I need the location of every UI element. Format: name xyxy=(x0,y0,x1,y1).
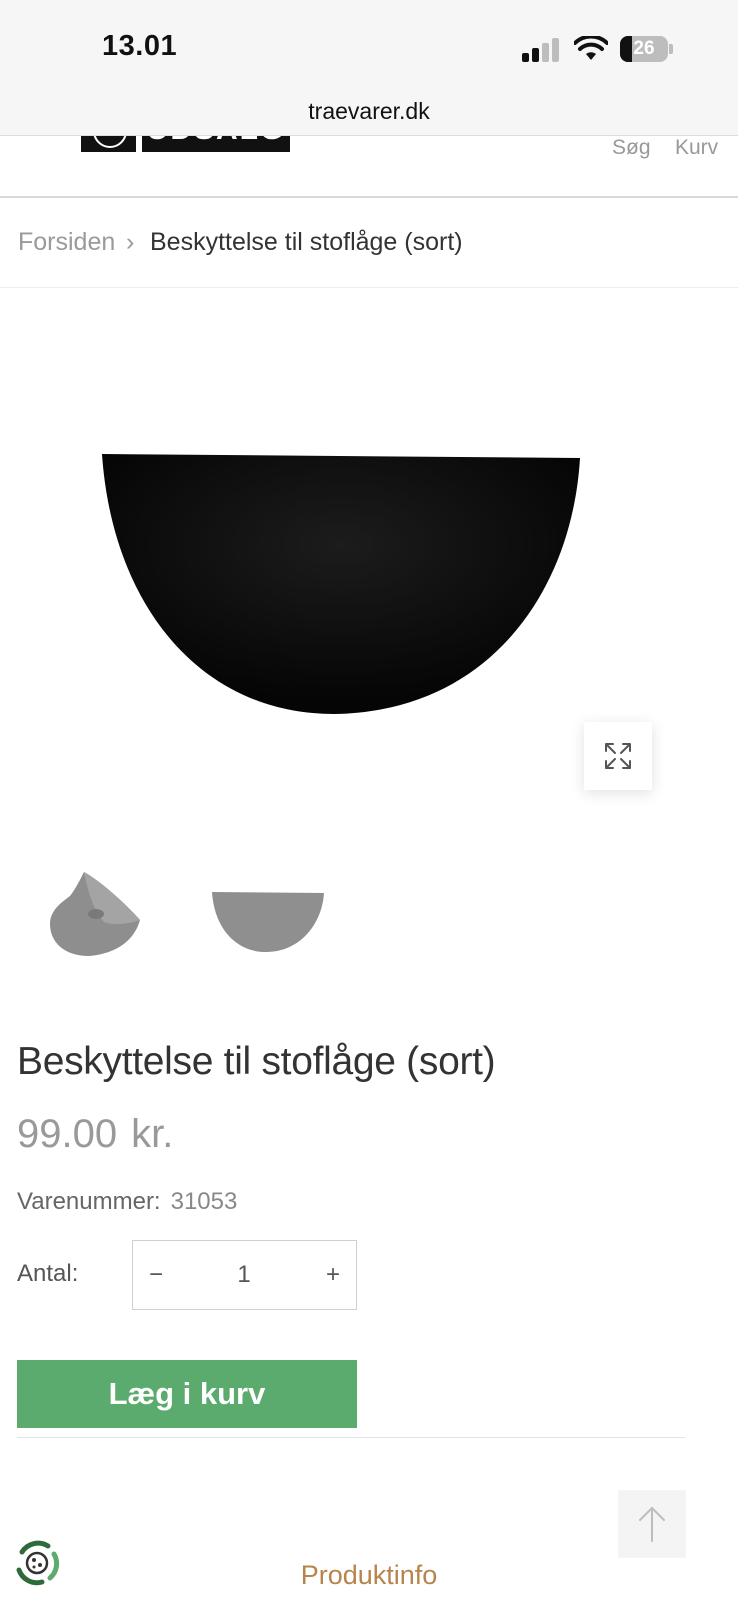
battery-level: 26 xyxy=(633,38,655,59)
add-to-cart-button[interactable]: Læg i kurv xyxy=(17,1360,357,1428)
battery-icon: 26 xyxy=(620,36,673,62)
sku-value: 31053 xyxy=(170,1188,238,1215)
cart-link[interactable]: Kurv xyxy=(675,136,718,160)
status-bar: 13.01 26 xyxy=(0,0,738,92)
quantity-label: Antal: xyxy=(17,1260,79,1287)
site-header: UDSALG Søg Kurv xyxy=(0,136,738,198)
search-link[interactable]: Søg xyxy=(612,136,651,160)
divider xyxy=(17,1437,685,1438)
product-title: Beskyttelse til stoflåge (sort) xyxy=(17,1040,496,1083)
sku-label: Varenummer: xyxy=(17,1188,161,1215)
site-logo[interactable]: UDSALG xyxy=(81,136,290,152)
logo-wordmark: UDSALG xyxy=(142,136,290,152)
chevron-right-icon: › xyxy=(126,228,135,256)
breadcrumb: Forsiden › Beskyttelse til stoflåge (sor… xyxy=(0,198,738,288)
quantity-decrease-button[interactable]: − xyxy=(133,1241,179,1308)
quantity-input[interactable] xyxy=(181,1241,307,1308)
quantity-increase-button[interactable]: + xyxy=(310,1241,356,1308)
url-text[interactable]: traevarer.dk xyxy=(0,98,738,125)
zoom-button[interactable] xyxy=(584,722,652,790)
hamburger-menu-icon[interactable] xyxy=(22,136,58,142)
wifi-icon xyxy=(574,36,608,60)
sku-row: Varenummer: 31053 xyxy=(17,1188,237,1216)
breadcrumb-current: Beskyttelse til stoflåge (sort) xyxy=(150,228,463,256)
scroll-to-top-button[interactable] xyxy=(618,1490,686,1558)
thumbnail-front-view[interactable] xyxy=(210,862,326,962)
expand-icon xyxy=(605,743,631,769)
address-bar[interactable]: traevarer.dk xyxy=(0,92,738,136)
breadcrumb-home-link[interactable]: Forsiden xyxy=(18,228,115,257)
quantity-stepper: − + xyxy=(132,1240,357,1310)
arrow-up-icon xyxy=(639,1506,665,1542)
product-price: 99.00 kr. xyxy=(17,1112,173,1157)
price-currency: kr. xyxy=(131,1112,174,1156)
thumbnail-angle-view[interactable] xyxy=(44,862,144,962)
status-time: 13.01 xyxy=(102,30,178,62)
signal-icon xyxy=(522,38,562,62)
logo-emblem xyxy=(81,136,136,152)
tab-produktinfo[interactable]: Produktinfo xyxy=(0,1560,738,1591)
price-amount: 99.00 xyxy=(17,1112,118,1156)
product-main-image[interactable] xyxy=(98,452,582,716)
